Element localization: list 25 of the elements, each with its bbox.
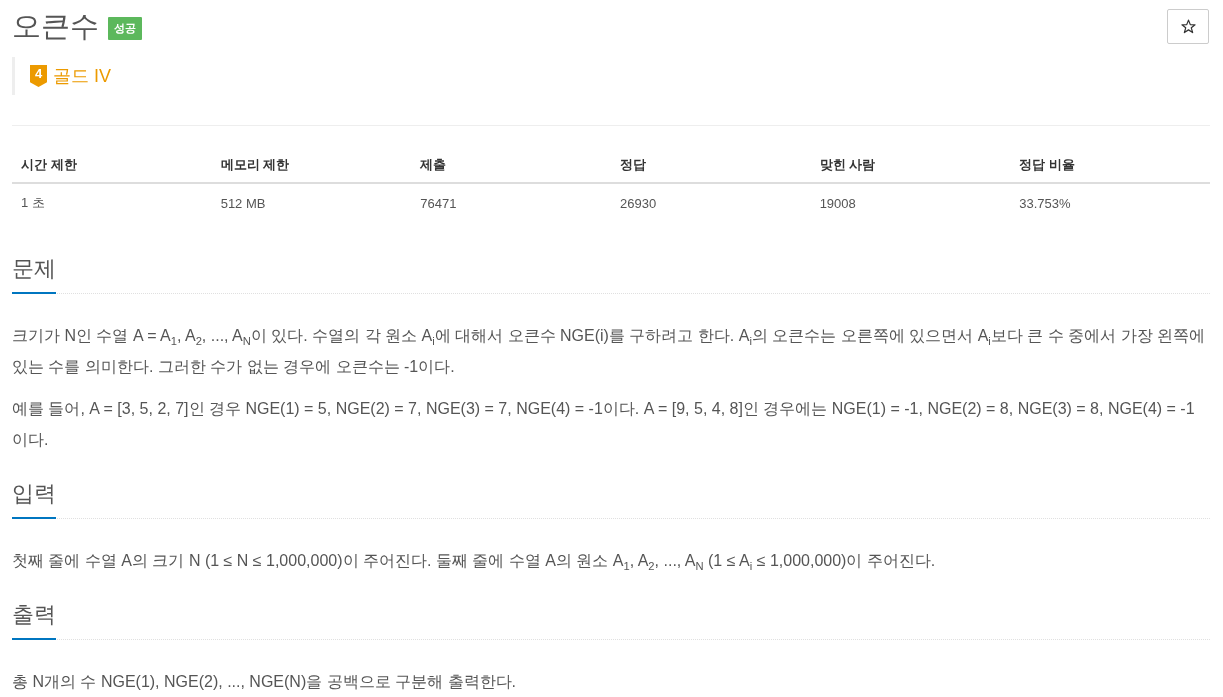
- section-heading: 출력: [12, 600, 56, 640]
- table-cell: 1 초: [12, 183, 212, 222]
- table-header-cell: 정답: [610, 148, 811, 183]
- table-header-cell: 맞힌 사람: [810, 148, 1011, 183]
- table-header-cell: 정답 비율: [1010, 148, 1210, 183]
- table-cell: 26930: [610, 183, 811, 222]
- tier-link[interactable]: 골드 IV: [53, 64, 111, 88]
- section-heading: 문제: [12, 254, 56, 294]
- table-header-cell: 메모리 제한: [211, 148, 412, 183]
- star-button[interactable]: [1167, 9, 1209, 44]
- section-paragraph: 첫째 줄에 수열 A의 크기 N (1 ≤ N ≤ 1,000,000)이 주어진다. 둘째 줄에 수열 A의 원소 A$_{1}$, A$_{2}$, ..., A$_{N}$ (1 ≤ A$_{i}$ ≤ 1,000,000)이 주어진다.: [12, 551, 937, 575]
- star-icon: [1180, 19, 1196, 34]
- table-cell: 76471: [411, 183, 611, 222]
- table-cell: 33.753%: [1010, 183, 1210, 222]
- table-header-cell: 시간 제한: [12, 148, 212, 183]
- section-paragraph: 크기가 N인 수열 A = A$_{1}$, A$_{2}$, ..., A$_{N}$이 있다. 수열의 각 원소 A$_{i}$에 대해서 오큰수 NGE(i)를 구하려고 한다. A$_{i}$의 오큰수는 오른쪽에 있으면서 A$_{i}$보다 큰 수 중에서 가장 왼쪽에 있는 수를 의미한다. 그러한 수가 없는 경우에 오큰수는 -1이다.: [12, 326, 1207, 377]
- tier-badge: 4: [30, 65, 47, 87]
- table-header-cell: 제출: [411, 148, 611, 183]
- table-cell: 512 MB: [211, 183, 412, 222]
- status-badge: 성공: [108, 16, 142, 40]
- section-heading: 입력: [12, 479, 56, 519]
- section-paragraph: 예를 들어, A = [3, 5, 2, 7]인 경우 NGE(1) = 5, NGE(2) = 7, NGE(3) = 7, NGE(4) = -1이다. A = [9, 5, 4, 8]인 경우에는 NGE(1) = -1, NGE(2) = 8, NGE(3) = 8, NGE(4) = -1이다.: [12, 399, 1196, 450]
- table-cell: 19008: [810, 183, 1011, 222]
- problem-title: 오큰수: [12, 9, 99, 44]
- section-paragraph: 총 N개의 수 NGE(1), NGE(2), ..., NGE(N)을 공백으로 구분해 출력한다.: [12, 672, 517, 692]
